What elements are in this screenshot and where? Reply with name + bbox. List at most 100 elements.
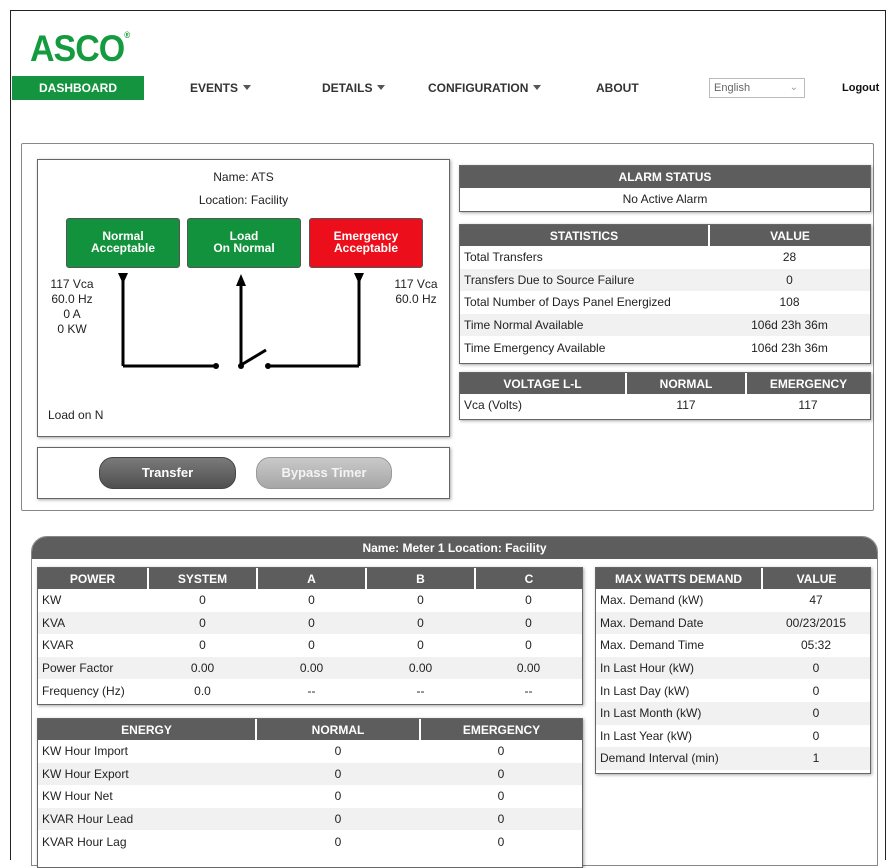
power-header: POWER [38,568,149,589]
power-b: 0.00 [366,656,475,680]
alarm-status-header: ALARM STATUS [460,166,870,188]
power-box: POWER SYSTEM A B C KW 0 0 0 0 KVA 0 0 0 0 KVAR 0 0… [37,567,583,705]
transfer-switch-diagram [118,273,364,369]
power-b: 0 [417,593,424,608]
stat-label: Total Number of Days Panel Energized [464,295,671,310]
energy-emergency: 0 [420,762,582,786]
energy-emergency: 0 [497,789,505,804]
table-row: In Last Year (kW) 0 [596,725,870,748]
demand-label: Max. Demand (kW) [600,593,704,608]
power-a: -- [307,683,316,698]
energy-label: KW Hour Net [42,789,113,804]
nav-about[interactable]: ABOUT [596,76,639,100]
ats-diagram-box: Name: ATS Location: Facility Normal Acce… [37,159,450,437]
nav-details-label: DETAILS [322,81,373,95]
transfer-button[interactable]: Transfer [99,457,236,489]
power-c: 0 [525,638,532,653]
table-row: KVAR Hour Lead 0 0 [38,807,582,831]
demand-label: In Last Year (kW) [600,728,693,743]
power-system: 0 [148,611,257,635]
power-system: 0.00 [148,656,257,680]
meter-title: Name: Meter 1 Location: Facility [32,537,877,559]
demand-label: In Last Hour (kW) [596,656,762,680]
power-b: -- [416,683,425,698]
stat-value: 28 [782,250,797,265]
load-status: Load on N [48,408,104,422]
table-row: KVA 0 0 0 0 [38,611,582,635]
nav-dashboard[interactable]: DASHBOARD [12,76,144,100]
power-label: KW [42,593,62,608]
table-row: In Last Day (kW) 0 [596,679,870,702]
nav-configuration-label: CONFIGURATION [428,81,529,95]
energy-label: KVAR Hour Lead [38,807,256,831]
statistics-header: STATISTICS [460,225,710,246]
nav-events[interactable]: EVENTS [190,76,252,100]
voltage-box: VOLTAGE L-L NORMAL EMERGENCY Vca (Volts)… [459,372,871,420]
power-a: 0 [257,611,366,635]
power-system: 0 [199,593,206,608]
energy-table: ENERGY NORMAL EMERGENCY KW Hour Import 0 0… [38,719,582,853]
energy-label: KW Hour Export [38,762,256,786]
table-row: Time Emergency Available 106d 23h 36m [460,336,870,359]
table-row: KW 0 0 0 0 [38,589,582,612]
main-nav: DASHBOARD EVENTS DETAILS CONFIGURATION A… [12,76,879,100]
demand-value: 0 [812,683,820,698]
demand-value: 0 [762,656,870,680]
stat-value: 106d 23h 36m [751,340,828,355]
alarm-status-box: ALARM STATUS No Active Alarm [459,165,871,212]
voltage-table: VOLTAGE L-L NORMAL EMERGENCY Vca (Volts)… [460,373,870,417]
energy-normal: 0 [334,834,342,849]
nav-configuration[interactable]: CONFIGURATION [428,76,542,100]
nav-details[interactable]: DETAILS [322,76,386,100]
statistics-table: STATISTICS VALUE Total Transfers 28 Trans… [460,225,870,359]
demand-value: 00/23/2015 [762,611,870,635]
language-select[interactable]: English ⌄ [709,78,805,98]
energy-box: ENERGY NORMAL EMERGENCY KW Hour Import 0 0… [37,718,583,868]
table-row: KW Hour Export 0 0 [38,762,582,786]
energy-emergency: 0 [497,744,505,759]
energy-header: ENERGY [38,719,257,740]
table-row: KW Hour Import 0 0 [38,740,582,763]
logout-link[interactable]: Logout [842,76,879,100]
power-a: 0.00 [257,656,366,680]
power-system: 0.0 [194,683,211,698]
emergency-header: EMERGENCY [746,373,870,394]
energy-normal-header: NORMAL [256,719,421,740]
power-c: -- [524,683,533,698]
stat-label: Time Emergency Available [464,340,606,355]
statistics-box: STATISTICS VALUE Total Transfers 28 Trans… [459,224,871,364]
energy-normal: 0 [256,762,420,786]
demand-value: 47 [809,593,823,608]
max-demand-box: MAX WATTS DEMAND VALUE Max. Demand (kW) 4… [595,567,871,774]
alarm-status-text: No Active Alarm [622,192,708,206]
table-row: KW Hour Net 0 0 [38,785,582,808]
phase-a-header: A [257,568,367,589]
energy-emergency: 0 [420,807,582,831]
max-demand-header: MAX WATTS DEMAND [596,568,763,589]
stat-value: 106d 23h 36m [709,313,870,337]
phase-c-header: C [475,568,582,589]
table-row: Time Normal Available 106d 23h 36m [460,313,870,337]
energy-label: KW Hour Import [42,744,129,759]
stat-label: Transfers Due to Source Failure [460,268,709,292]
power-label: Power Factor [38,656,148,680]
demand-label: Max. Demand Date [596,611,762,635]
table-row: Power Factor 0.00 0.00 0.00 0.00 [38,656,582,680]
demand-value: 05:32 [800,638,832,653]
stat-label: Total Transfers [464,250,543,265]
table-row: Transfers Due to Source Failure 0 [460,268,870,292]
table-row: In Last Month (kW) 0 [596,701,870,725]
table-row: Frequency (Hz) 0.0 -- -- -- [38,679,582,702]
stat-label: Time Normal Available [460,313,709,337]
table-row: Vca (Volts) 117 117 [460,394,870,417]
power-system: 0 [199,638,206,653]
stat-value: 108 [779,295,800,310]
bypass-timer-button[interactable]: Bypass Timer [256,457,392,489]
power-c: 0 [475,611,582,635]
table-row: Total Number of Days Panel Energized 108 [460,291,870,314]
table-row: In Last Hour (kW) 0 [596,656,870,680]
normal-header: NORMAL [626,373,747,394]
system-header: SYSTEM [148,568,258,589]
voltage-emergency: 117 [746,394,870,417]
voltage-normal: 117 [626,394,746,417]
